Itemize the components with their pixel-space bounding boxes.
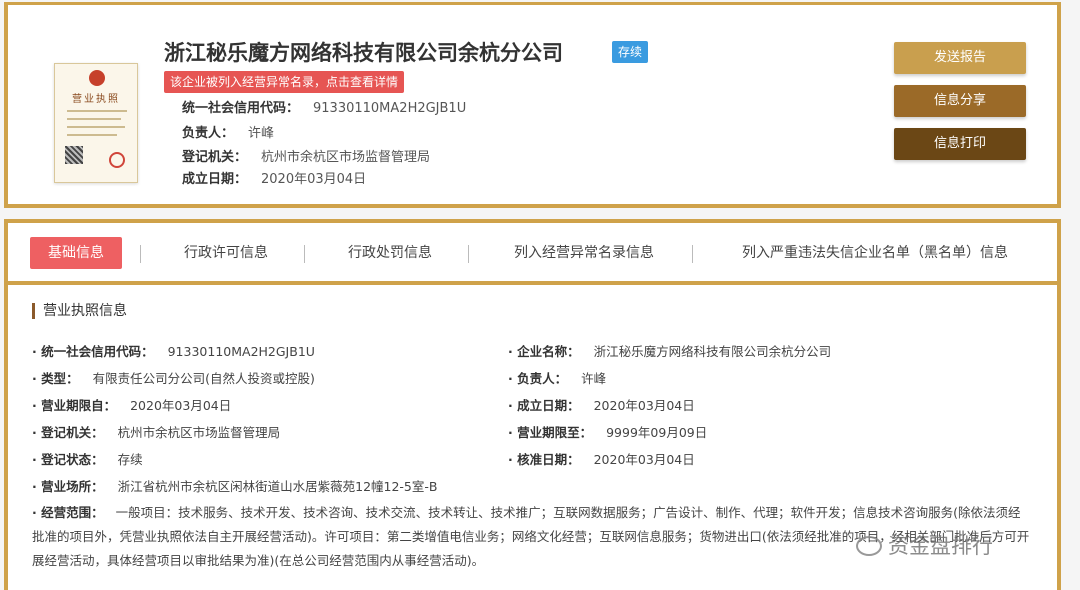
info-value: 91330110MA2H2GJB1U	[313, 101, 467, 116]
field-value: 存续	[117, 452, 143, 467]
top-info-authority: 登记机关： 杭州市余杭区市场监督管理局	[182, 146, 430, 165]
send-report-button[interactable]: 发送报告	[894, 42, 1026, 74]
field-credit-code: · 统一社会信用代码： 91330110MA2H2GJB1U	[32, 341, 315, 360]
info-value: 许峰	[248, 126, 275, 141]
field-value: 2020年03月04日	[593, 398, 695, 413]
license-line	[67, 118, 121, 120]
field-label: · 营业期限自：	[32, 398, 117, 413]
field-label: · 登记机关：	[32, 425, 104, 440]
info-label: 成立日期：	[182, 172, 248, 187]
info-value: 杭州市余杭区市场监督管理局	[261, 150, 431, 165]
top-info-principal: 负责人： 许峰	[182, 122, 274, 141]
field-principal: · 负责人： 许峰	[508, 368, 606, 387]
business-license-image[interactable]: 营业执照	[54, 63, 138, 183]
field-value: 浙江省杭州市余杭区闲林街道山水居紫薇苑12幢12-5室-B	[117, 479, 438, 494]
company-name: 浙江秘乐魔方网络科技有限公司余杭分公司	[164, 41, 563, 65]
field-type: · 类型： 有限责任公司分公司(自然人投资或控股)	[32, 368, 315, 387]
field-value: 许峰	[581, 371, 607, 386]
field-label: · 经营范围：	[32, 505, 104, 520]
field-term-from: · 营业期限自： 2020年03月04日	[32, 395, 231, 414]
tab-basic-info[interactable]: 基础信息	[30, 237, 122, 269]
official-seal-icon	[109, 152, 125, 168]
field-value: 91330110MA2H2GJB1U	[167, 344, 315, 359]
tab-admin-penalty[interactable]: 行政处罚信息	[330, 237, 450, 269]
field-value: 9999年09月09日	[606, 425, 708, 440]
field-term-to: · 营业期限至： 9999年09月09日	[508, 422, 707, 441]
field-authority: · 登记机关： 杭州市余杭区市场监督管理局	[32, 422, 280, 441]
field-value: 2020年03月04日	[593, 452, 695, 467]
field-established: · 成立日期： 2020年03月04日	[508, 395, 695, 414]
tab-bar: 基础信息 行政许可信息 行政处罚信息 列入经营异常名录信息 列入严重违法失信企业…	[8, 223, 1057, 285]
national-emblem-icon	[89, 70, 105, 86]
tab-separator	[140, 245, 141, 263]
tab-separator	[692, 245, 693, 263]
qr-code-icon	[65, 146, 83, 164]
license-line	[67, 126, 125, 128]
field-company-name: · 企业名称： 浙江秘乐魔方网络科技有限公司余杭分公司	[508, 341, 831, 360]
info-label: 统一社会信用代码：	[182, 101, 300, 116]
field-value: 浙江秘乐魔方网络科技有限公司余杭分公司	[593, 344, 832, 359]
field-value: 有限责任公司分公司(自然人投资或控股)	[92, 371, 315, 386]
watermark-text: 资金盘排行	[888, 534, 993, 558]
section-title: 营业执照信息	[32, 303, 127, 319]
field-label: · 企业名称：	[508, 344, 580, 359]
tab-admin-license[interactable]: 行政许可信息	[166, 237, 286, 269]
field-label: · 成立日期：	[508, 398, 580, 413]
field-label: · 核准日期：	[508, 452, 580, 467]
info-label: 登记机关：	[182, 150, 248, 165]
wechat-icon	[856, 536, 882, 556]
field-value: 2020年03月04日	[130, 398, 232, 413]
tab-abnormal-list[interactable]: 列入经营异常名录信息	[494, 237, 674, 269]
field-label: · 登记状态：	[32, 452, 104, 467]
field-reg-status: · 登记状态： 存续	[32, 449, 143, 468]
field-label: · 营业场所：	[32, 479, 104, 494]
top-info-credit-code: 统一社会信用代码： 91330110MA2H2GJB1U	[182, 97, 466, 116]
tab-separator	[304, 245, 305, 263]
field-label: · 营业期限至：	[508, 425, 593, 440]
tab-blacklist[interactable]: 列入严重违法失信企业名单（黑名单）信息	[720, 237, 1030, 269]
info-value: 2020年03月04日	[261, 172, 367, 187]
share-info-button[interactable]: 信息分享	[894, 85, 1026, 117]
field-address: · 营业场所： 浙江省杭州市余杭区闲林街道山水居紫薇苑12幢12-5室-B	[32, 476, 437, 495]
field-label: · 负责人：	[508, 371, 568, 386]
status-badge: 存续	[612, 41, 649, 63]
info-label: 负责人：	[182, 126, 235, 141]
license-line	[67, 110, 127, 112]
field-label: · 统一社会信用代码：	[32, 344, 154, 359]
abnormal-notice-link[interactable]: 该企业被列入经营异常名录，点击查看详情	[164, 71, 405, 93]
tab-separator	[468, 245, 469, 263]
license-line	[67, 134, 117, 136]
top-info-established: 成立日期： 2020年03月04日	[182, 168, 366, 187]
watermark: 资金盘排行	[856, 530, 993, 560]
field-approval-date: · 核准日期： 2020年03月04日	[508, 449, 695, 468]
company-header-card: 营业执照 浙江秘乐魔方网络科技有限公司余杭分公司 存续 该企业被列入经营异常名录…	[4, 2, 1061, 208]
license-title: 营业执照	[72, 94, 120, 105]
field-label: · 类型：	[32, 371, 79, 386]
field-value: 杭州市余杭区市场监督管理局	[117, 425, 281, 440]
print-info-button[interactable]: 信息打印	[894, 128, 1026, 160]
